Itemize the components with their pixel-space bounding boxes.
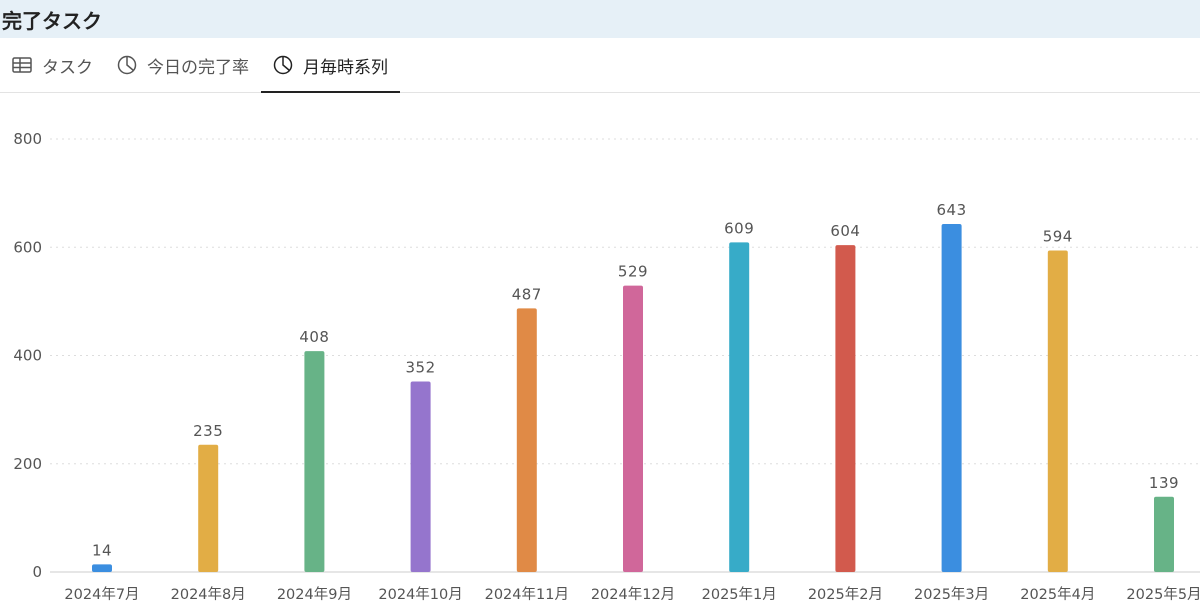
bar <box>516 308 537 572</box>
x-tick-label: 2024年7月 <box>64 586 139 603</box>
x-tick-label: 2025年3月 <box>914 586 989 603</box>
data-label: 643 <box>937 201 967 219</box>
page-header: 完了タスク <box>0 0 1200 38</box>
x-tick-label: 2025年5月 <box>1126 586 1200 603</box>
tab-label: 今日の完了率 <box>147 57 249 78</box>
pie-chart-icon <box>273 55 293 75</box>
tab-today-completion-rate[interactable]: 今日の完了率 <box>105 38 261 92</box>
bar <box>623 285 643 572</box>
bar <box>941 223 962 572</box>
x-tick-label: 2024年11月 <box>485 586 569 603</box>
x-tick-label: 2024年9月 <box>277 586 352 603</box>
tab-label: 月毎時系列 <box>303 57 388 78</box>
tab-monthly-timeseries[interactable]: 月毎時系列 <box>261 38 400 93</box>
data-label: 529 <box>618 263 648 281</box>
bar <box>410 381 431 572</box>
data-label: 235 <box>193 422 223 440</box>
x-tick-label: 2025年4月 <box>1020 586 1095 603</box>
bar <box>92 564 112 572</box>
y-tick-label: 200 <box>13 455 42 473</box>
data-label: 408 <box>299 328 329 346</box>
y-tick-label: 800 <box>13 130 42 148</box>
data-label: 139 <box>1149 474 1179 492</box>
data-label: 352 <box>406 358 436 376</box>
bar <box>729 242 750 572</box>
tab-label: タスク <box>42 57 93 78</box>
data-label: 14 <box>92 541 112 559</box>
data-label: 594 <box>1043 227 1073 245</box>
x-tick-label: 2025年2月 <box>808 586 883 603</box>
x-tick-label: 2025年1月 <box>702 586 777 603</box>
y-tick-label: 400 <box>13 347 42 365</box>
data-label: 487 <box>512 285 542 303</box>
bar <box>198 444 219 572</box>
table-icon <box>12 57 32 73</box>
y-tick-label: 600 <box>13 238 42 256</box>
tab-bar: タスク 今日の完了率 月毎時系列 <box>0 38 1200 93</box>
bar <box>1047 250 1068 572</box>
tab-tasks[interactable]: タスク <box>0 38 105 92</box>
x-tick-label: 2024年12月 <box>591 586 675 603</box>
bar <box>1154 496 1174 572</box>
data-label: 604 <box>830 222 860 240</box>
x-tick-label: 2024年8月 <box>171 586 246 603</box>
chart-svg: 0 200 400 600 800 14 2024年7月 235 2024年8月 408 2024年… <box>13 130 1200 603</box>
x-tick-label: 2024年10月 <box>378 586 462 603</box>
y-tick-label: 0 <box>32 563 42 581</box>
bar <box>835 245 856 572</box>
pie-chart-icon <box>117 55 137 75</box>
page-title: 完了タスク <box>2 8 102 33</box>
bar <box>304 351 325 572</box>
data-label: 609 <box>724 219 754 237</box>
monthly-bar-chart: 0 200 400 600 800 14 2024年7月 235 2024年8月 408 2024年… <box>0 93 1200 610</box>
